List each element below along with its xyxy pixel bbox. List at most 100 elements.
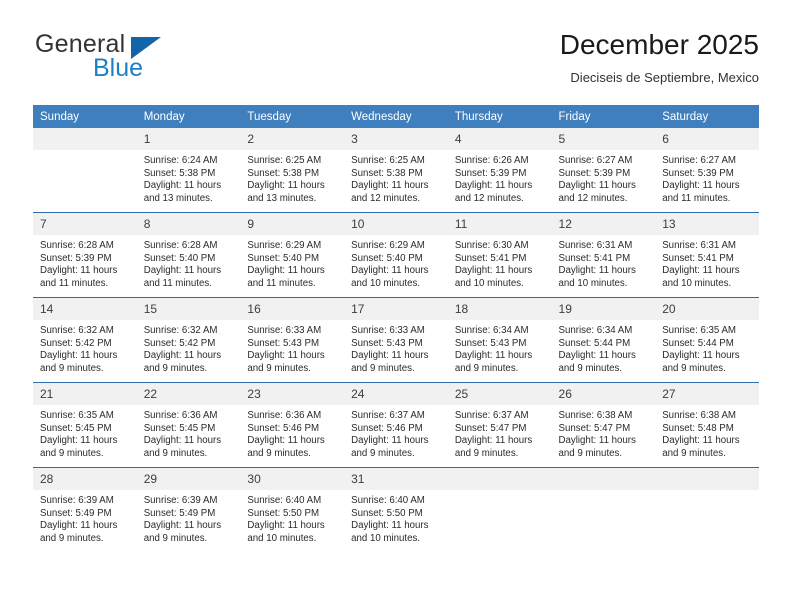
calendar-day-cell[interactable]: 12 Sunrise: 6:31 AM Sunset: 5:41 PM Dayligh…	[551, 212, 656, 298]
daylight-text-line2: and 11 minutes.	[662, 192, 731, 204]
daylight-text-line2: and 10 minutes.	[247, 532, 317, 544]
daylight-text-line2: and 9 minutes.	[558, 362, 623, 374]
calendar-day-cell[interactable]: 17 Sunrise: 6:33 AM Sunset: 5:43 PM Dayligh…	[344, 297, 448, 383]
calendar-day-cell[interactable]: 20 Sunrise: 6:35 AM Sunset: 5:44 PM Dayligh…	[655, 297, 759, 383]
calendar-day-cell[interactable]: 18 Sunrise: 6:34 AM Sunset: 5:43 PM Dayligh…	[447, 297, 552, 383]
calendar-day-cell[interactable]: 5 Sunrise: 6:27 AM Sunset: 5:39 PM Daylight…	[551, 128, 656, 213]
daylight-text-line1: Daylight: 11 hours	[351, 350, 429, 362]
calendar-body: 1 Sunrise: 6:24 AM Sunset: 5:38 PM Daylight…	[33, 128, 759, 552]
weekday-header-wednesday: Wednesday	[344, 105, 448, 128]
sunset-text: Sunset: 5:50 PM	[247, 507, 320, 519]
daylight-text-line2: and 12 minutes.	[558, 192, 628, 204]
sunset-text: Sunset: 5:39 PM	[454, 167, 527, 179]
calendar-day-cell[interactable]: 27 Sunrise: 6:38 AM Sunset: 5:48 PM Dayligh…	[655, 382, 759, 468]
daylight-text-line1: Daylight: 11 hours	[40, 435, 118, 447]
daylight-text-line2: and 13 minutes.	[143, 192, 213, 204]
day-details: Sunrise: 6:28 AM Sunset: 5:40 PM Daylight:…	[137, 235, 241, 297]
calendar-grid: Sunday Monday Tuesday Wednesday Thursday…	[33, 105, 759, 552]
calendar-day-cell[interactable]: 19 Sunrise: 6:34 AM Sunset: 5:44 PM Dayligh…	[551, 297, 656, 383]
daylight-text-line2: and 10 minutes.	[558, 277, 628, 289]
calendar-day-cell[interactable]: 2 Sunrise: 6:25 AM Sunset: 5:38 PM Daylight…	[240, 128, 345, 213]
daylight-text-line1: Daylight: 11 hours	[143, 350, 222, 362]
day-number: 28	[33, 468, 137, 490]
sunset-text: Sunset: 5:45 PM	[40, 422, 112, 434]
calendar-day-cell[interactable]: 3 Sunrise: 6:25 AM Sunset: 5:38 PM Daylight…	[344, 128, 448, 213]
day-number: 11	[447, 213, 552, 235]
sunset-text: Sunset: 5:38 PM	[351, 167, 423, 179]
calendar-day-cell[interactable]: 23 Sunrise: 6:36 AM Sunset: 5:46 PM Dayligh…	[240, 382, 345, 468]
day-details	[33, 150, 137, 212]
calendar-day-cell[interactable]: 25 Sunrise: 6:37 AM Sunset: 5:47 PM Dayligh…	[447, 382, 552, 468]
weekday-header-thursday: Thursday	[447, 105, 552, 128]
day-details: Sunrise: 6:33 AM Sunset: 5:43 PM Daylight:…	[240, 320, 344, 382]
page-title: December 2025	[559, 29, 759, 60]
calendar-day-cell[interactable]: 13 Sunrise: 6:31 AM Sunset: 5:41 PM Dayligh…	[655, 212, 759, 298]
sunset-text: Sunset: 5:40 PM	[143, 252, 216, 264]
calendar-day-cell[interactable]: 1 Sunrise: 6:24 AM Sunset: 5:38 PM Daylight…	[136, 128, 241, 213]
day-details: Sunrise: 6:27 AM Sunset: 5:39 PM Daylight:…	[655, 150, 759, 212]
daylight-text-line1: Daylight: 11 hours	[351, 520, 429, 532]
calendar-day-cell[interactable]: 10 Sunrise: 6:29 AM Sunset: 5:40 PM Dayligh…	[344, 212, 448, 298]
daylight-text-line2: and 9 minutes.	[454, 447, 519, 459]
calendar-day-cell[interactable]: 6 Sunrise: 6:27 AM Sunset: 5:39 PM Daylight…	[655, 128, 759, 213]
day-number: 30	[240, 468, 345, 490]
calendar-day-cell[interactable]: 30 Sunrise: 6:40 AM Sunset: 5:50 PM Dayligh…	[240, 467, 345, 552]
calendar-day-cell[interactable]: 31 Sunrise: 6:40 AM Sunset: 5:50 PM Dayligh…	[344, 467, 448, 552]
calendar-day-cell[interactable]: 14 Sunrise: 6:32 AM Sunset: 5:42 PM Dayligh…	[33, 297, 137, 383]
day-details: Sunrise: 6:39 AM Sunset: 5:49 PM Daylight:…	[33, 490, 137, 552]
day-number: 31	[344, 468, 448, 490]
day-details: Sunrise: 6:31 AM Sunset: 5:41 PM Daylight:…	[655, 235, 759, 297]
calendar-day-cell[interactable]: 8 Sunrise: 6:28 AM Sunset: 5:40 PM Daylight…	[136, 212, 241, 298]
general-blue-logo[interactable]: General Blue	[33, 28, 253, 90]
daylight-text-line1: Daylight: 11 hours	[558, 265, 636, 277]
day-number: 17	[344, 298, 448, 320]
day-number: 26	[551, 383, 656, 405]
daylight-text-line2: and 10 minutes.	[662, 277, 732, 289]
calendar-day-cell[interactable]: 24 Sunrise: 6:37 AM Sunset: 5:46 PM Dayligh…	[344, 382, 448, 468]
daylight-text-line2: and 11 minutes.	[40, 277, 109, 289]
calendar-day-cell[interactable]: 9 Sunrise: 6:29 AM Sunset: 5:40 PM Daylight…	[240, 212, 345, 298]
calendar-day-cell[interactable]: 4 Sunrise: 6:26 AM Sunset: 5:39 PM Daylight…	[447, 128, 552, 213]
day-details: Sunrise: 6:26 AM Sunset: 5:39 PM Daylight:…	[448, 150, 552, 212]
sunset-text: Sunset: 5:39 PM	[558, 167, 631, 179]
calendar-week-row: 7 Sunrise: 6:28 AM Sunset: 5:39 PM Daylight…	[33, 212, 759, 298]
day-number: 20	[655, 298, 759, 320]
day-number: 5	[551, 128, 656, 150]
calendar-day-cell-empty	[551, 467, 656, 552]
calendar-header-row: Sunday Monday Tuesday Wednesday Thursday…	[33, 105, 759, 128]
calendar-day-cell[interactable]: 29 Sunrise: 6:39 AM Sunset: 5:49 PM Dayligh…	[136, 467, 241, 552]
daylight-text-line2: and 9 minutes.	[247, 362, 311, 374]
weekday-header-tuesday: Tuesday	[240, 105, 345, 128]
calendar-day-cell[interactable]: 28 Sunrise: 6:39 AM Sunset: 5:49 PM Dayligh…	[33, 467, 137, 552]
daylight-text-line1: Daylight: 11 hours	[454, 350, 533, 362]
calendar-day-cell[interactable]: 11 Sunrise: 6:30 AM Sunset: 5:41 PM Dayligh…	[447, 212, 552, 298]
daylight-text-line1: Daylight: 11 hours	[247, 350, 325, 362]
calendar-day-cell[interactable]: 21 Sunrise: 6:35 AM Sunset: 5:45 PM Dayligh…	[33, 382, 137, 468]
sunset-text: Sunset: 5:43 PM	[351, 337, 423, 349]
day-number: 23	[240, 383, 345, 405]
calendar-day-cell[interactable]: 15 Sunrise: 6:32 AM Sunset: 5:42 PM Dayligh…	[136, 297, 241, 383]
calendar-day-cell[interactable]: 16 Sunrise: 6:33 AM Sunset: 5:43 PM Dayligh…	[240, 297, 345, 383]
day-number: 24	[344, 383, 448, 405]
daylight-text-line1: Daylight: 11 hours	[558, 435, 636, 447]
sunset-text: Sunset: 5:42 PM	[40, 337, 112, 349]
daylight-text-line1: Daylight: 11 hours	[143, 435, 222, 447]
daylight-text-line2: and 10 minutes.	[351, 277, 421, 289]
day-details: Sunrise: 6:38 AM Sunset: 5:47 PM Daylight:…	[552, 405, 656, 467]
day-details: Sunrise: 6:36 AM Sunset: 5:46 PM Daylight:…	[240, 405, 344, 467]
day-details: Sunrise: 6:31 AM Sunset: 5:41 PM Daylight:…	[552, 235, 656, 297]
daylight-text-line2: and 9 minutes.	[351, 447, 415, 459]
daylight-text-line1: Daylight: 11 hours	[40, 520, 118, 532]
calendar-day-cell[interactable]: 22 Sunrise: 6:36 AM Sunset: 5:45 PM Dayligh…	[136, 382, 241, 468]
day-details: Sunrise: 6:29 AM Sunset: 5:40 PM Daylight:…	[240, 235, 344, 297]
calendar-day-cell[interactable]: 7 Sunrise: 6:28 AM Sunset: 5:39 PM Daylight…	[33, 212, 137, 298]
daylight-text-line1: Daylight: 11 hours	[143, 180, 222, 192]
sunrise-text: Sunrise: 6:40 AM	[351, 495, 425, 506]
sunrise-text: Sunrise: 6:36 AM	[247, 410, 322, 421]
sunset-text: Sunset: 5:39 PM	[40, 252, 112, 264]
calendar-day-cell[interactable]: 26 Sunrise: 6:38 AM Sunset: 5:47 PM Dayligh…	[551, 382, 656, 468]
sunrise-text: Sunrise: 6:33 AM	[351, 325, 425, 336]
day-details: Sunrise: 6:40 AM Sunset: 5:50 PM Daylight:…	[240, 490, 344, 552]
sunset-text: Sunset: 5:43 PM	[454, 337, 527, 349]
sunrise-text: Sunrise: 6:31 AM	[662, 240, 736, 251]
